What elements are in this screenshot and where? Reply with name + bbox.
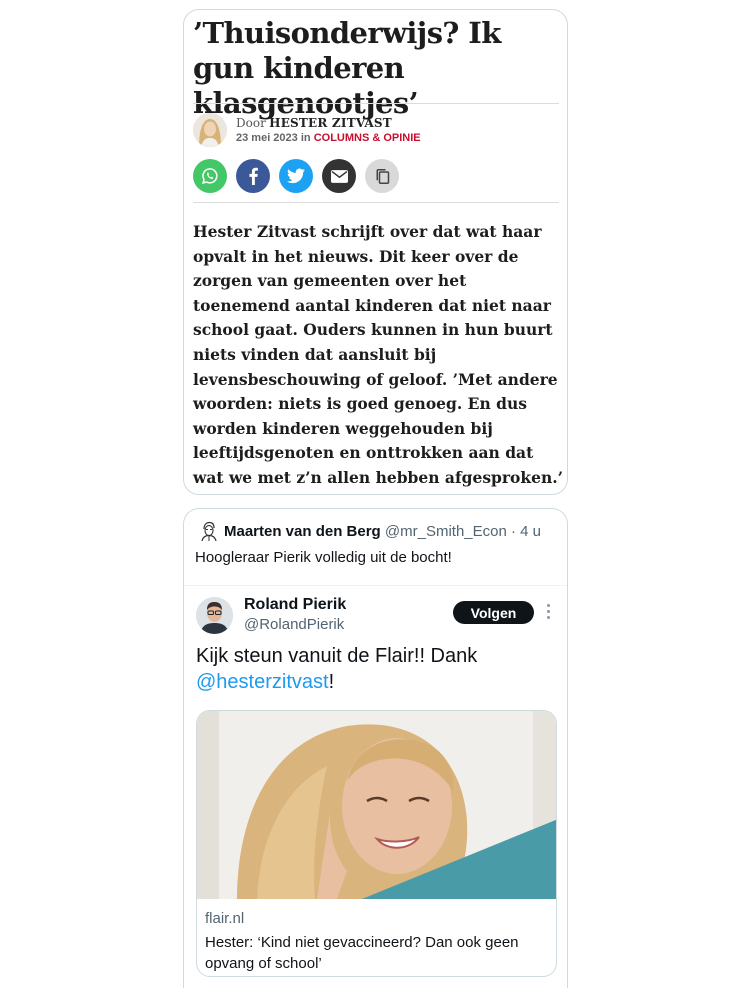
tweet-separator: · bbox=[511, 523, 516, 540]
link-preview-card[interactable]: flair.nl Hester: ‘Kind niet gevaccineerd… bbox=[196, 710, 557, 977]
link-domain: flair.nl bbox=[205, 910, 245, 927]
tweet-header: Maarten van den Berg @mr_Smith_Econ · 4 … bbox=[224, 523, 541, 540]
embedded-tweet-text: Kijk steun vanuit de Flair!! Dank @heste… bbox=[196, 643, 556, 695]
embedded-author-avatar[interactable] bbox=[196, 597, 233, 634]
link-title: Hester: ‘Kind niet gevaccineerd? Dan ook… bbox=[205, 934, 519, 972]
embedded-text-before: Kijk steun vanuit de Flair!! Dank bbox=[196, 645, 478, 667]
embedded-text-after: ! bbox=[328, 671, 335, 693]
article-card: ’Thuisonderwijs? Ik gun kinderen klasgen… bbox=[183, 9, 568, 495]
sketch-portrait-icon bbox=[199, 521, 219, 542]
tweet-author-name[interactable]: Maarten van den Berg bbox=[224, 523, 381, 540]
article-headline[interactable]: ’Thuisonderwijs? Ik gun kinderen klasgen… bbox=[193, 16, 563, 121]
tweet-text: Hoogleraar Pierik volledig uit de bocht! bbox=[195, 549, 452, 566]
publish-date: 23 mei 2023 bbox=[236, 132, 298, 144]
link-preview-image bbox=[197, 711, 556, 899]
copy-icon bbox=[376, 168, 389, 184]
divider bbox=[184, 585, 567, 586]
mention-link[interactable]: @hesterzitvast bbox=[196, 671, 329, 693]
divider bbox=[193, 202, 559, 203]
article-intro: Hester Zitvast schrijft over dat wat haa… bbox=[193, 222, 564, 487]
author-avatar[interactable] bbox=[193, 113, 227, 147]
byline: Door HESTER ZITVAST bbox=[236, 116, 392, 130]
tweet-time[interactable]: 4 u bbox=[520, 523, 541, 540]
tweet-card[interactable]: Maarten van den Berg @mr_Smith_Econ · 4 … bbox=[183, 508, 568, 988]
embedded-author-name[interactable]: Roland Pierik bbox=[244, 596, 346, 614]
share-facebook-button[interactable] bbox=[236, 159, 270, 193]
follow-button[interactable]: Volgen bbox=[453, 601, 534, 624]
embedded-author-handle[interactable]: @RolandPierik bbox=[244, 616, 344, 633]
email-icon bbox=[330, 169, 348, 183]
author-name[interactable]: HESTER ZITVAST bbox=[269, 116, 392, 130]
facebook-icon bbox=[249, 167, 258, 185]
tweet-author-avatar[interactable] bbox=[199, 521, 219, 542]
tweet-author-handle[interactable]: @mr_Smith_Econ bbox=[385, 523, 507, 540]
in-word: in bbox=[300, 132, 311, 144]
copy-link-button[interactable] bbox=[365, 159, 399, 193]
dateline: 23 mei 2023 in COLUMNS & OPINIE bbox=[236, 132, 421, 144]
whatsapp-icon bbox=[202, 168, 218, 185]
category-link[interactable]: COLUMNS & OPINIE bbox=[314, 132, 421, 144]
byline-prefix: Door bbox=[236, 116, 266, 130]
author-photo-icon bbox=[196, 597, 233, 634]
share-twitter-button[interactable] bbox=[279, 159, 313, 193]
share-email-button[interactable] bbox=[322, 159, 356, 193]
twitter-icon bbox=[287, 168, 305, 184]
share-whatsapp-button[interactable] bbox=[193, 159, 227, 193]
author-photo-icon bbox=[193, 113, 227, 147]
divider bbox=[193, 103, 559, 104]
more-options-icon[interactable] bbox=[542, 601, 556, 623]
